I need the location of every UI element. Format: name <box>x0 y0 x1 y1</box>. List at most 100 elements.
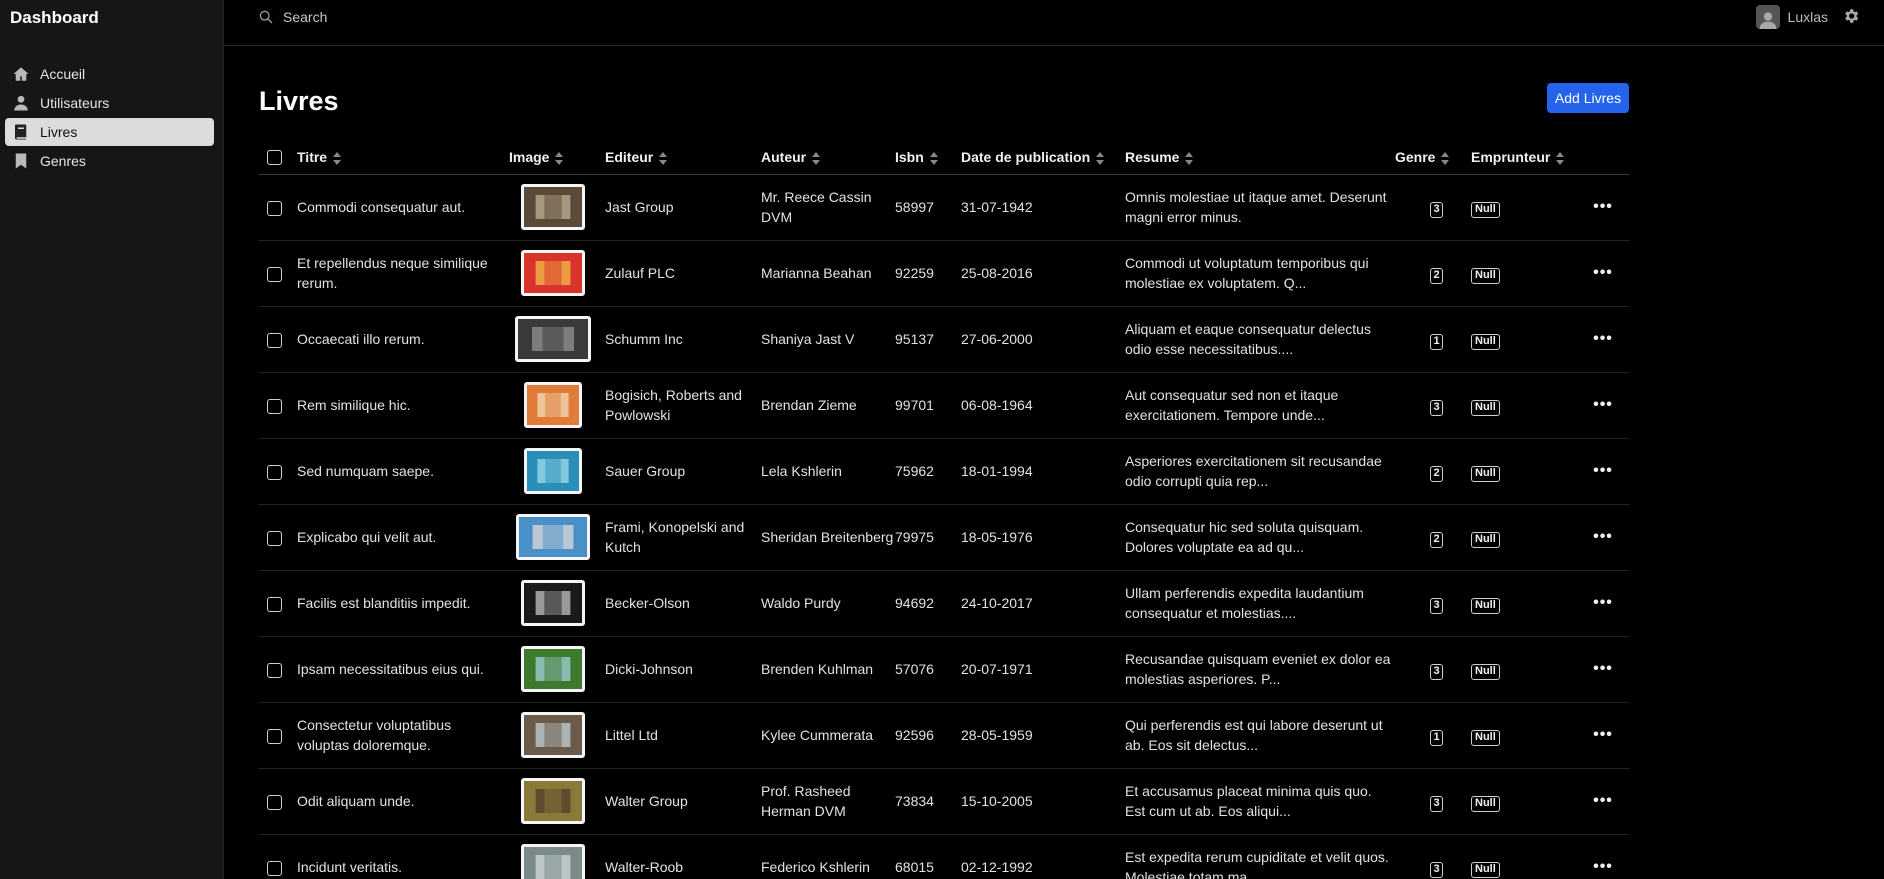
table-row[interactable]: Consectetur voluptatibus voluptas dolore… <box>259 702 1629 769</box>
row-actions-icon[interactable]: ••• <box>1577 174 1629 241</box>
sidebar-item-label: Utilisateurs <box>40 95 110 111</box>
row-actions-icon[interactable]: ••• <box>1577 636 1629 703</box>
emprunteur-badge: Null <box>1471 597 1500 614</box>
sort-icon[interactable] <box>333 151 342 165</box>
brand-title[interactable]: Dashboard <box>10 8 99 28</box>
cell-auteur: Brenden Kuhlman <box>761 636 895 703</box>
table-row[interactable]: Odit aliquam unde. Walter Group Prof. Ra… <box>259 768 1629 835</box>
row-actions-icon[interactable]: ••• <box>1577 702 1629 769</box>
column-header-resume[interactable]: Resume <box>1125 140 1395 175</box>
add-livres-button[interactable]: Add Livres <box>1547 83 1629 113</box>
user-menu: Luxlas <box>1755 5 1860 29</box>
book-cover-image <box>515 316 591 362</box>
column-header-genre[interactable]: Genre <box>1395 140 1459 175</box>
row-checkbox[interactable] <box>267 728 282 744</box>
search-input[interactable] <box>283 9 583 25</box>
column-header-date[interactable]: Date de publication <box>961 140 1125 175</box>
row-checkbox[interactable] <box>267 464 282 480</box>
row-checkbox[interactable] <box>267 530 282 546</box>
row-actions-icon[interactable]: ••• <box>1577 372 1629 439</box>
books-table: Titre Image Editeur Auteur Isbn Date de … <box>259 140 1629 879</box>
emprunteur-badge: Null <box>1471 201 1500 218</box>
genre-count-badge: 1 <box>1430 333 1443 350</box>
row-actions-icon[interactable]: ••• <box>1577 438 1629 505</box>
cell-editeur: Sauer Group <box>605 438 761 505</box>
genre-count-badge: 3 <box>1430 597 1443 614</box>
column-header-emprunteur[interactable]: Emprunteur <box>1459 140 1577 175</box>
sort-icon[interactable] <box>1185 151 1194 165</box>
row-actions-icon[interactable]: ••• <box>1577 768 1629 835</box>
genre-count-badge: 3 <box>1430 399 1443 416</box>
sort-icon[interactable] <box>1441 151 1450 165</box>
cell-auteur: Lela Kshlerin <box>761 438 895 505</box>
row-actions-icon[interactable]: ••• <box>1577 570 1629 637</box>
cell-emprunteur: Null <box>1459 768 1577 835</box>
sort-icon[interactable] <box>659 151 668 165</box>
column-header-auteur[interactable]: Auteur <box>761 140 895 175</box>
cell-titre: Explicabo qui velit aut. <box>297 504 501 571</box>
table-row[interactable]: Occaecati illo rerum. Schumm Inc Shaniya… <box>259 306 1629 373</box>
row-checkbox[interactable] <box>267 794 282 810</box>
column-header-image[interactable]: Image <box>501 140 605 175</box>
cell-isbn: 58997 <box>895 174 961 241</box>
sort-icon[interactable] <box>1556 151 1565 165</box>
table-row[interactable]: Et repellendus neque similique rerum. Zu… <box>259 240 1629 307</box>
cell-genre: 3 <box>1395 174 1459 241</box>
emprunteur-badge: Null <box>1471 531 1500 548</box>
row-checkbox[interactable] <box>267 200 282 216</box>
cell-resume: Consequatur hic sed soluta quisquam. Dol… <box>1125 504 1395 571</box>
column-header-isbn[interactable]: Isbn <box>895 140 961 175</box>
sidebar-item-livres[interactable]: Livres <box>5 118 214 146</box>
sort-icon[interactable] <box>929 151 939 165</box>
cell-genre: 2 <box>1395 240 1459 307</box>
cell-emprunteur: Null <box>1459 834 1577 879</box>
cell-resume: Et accusamus placeat minima quis quo. Es… <box>1125 768 1395 835</box>
select-all-checkbox[interactable] <box>267 150 282 166</box>
row-checkbox[interactable] <box>267 266 282 282</box>
table-row[interactable]: Rem similique hic. Bogisich, Roberts and… <box>259 372 1629 439</box>
username[interactable]: Luxlas <box>1788 9 1828 25</box>
column-header-titre[interactable]: Titre <box>297 140 501 175</box>
row-checkbox[interactable] <box>267 662 282 678</box>
gear-icon[interactable] <box>1842 7 1860 28</box>
table-row[interactable]: Explicabo qui velit aut. Frami, Konopels… <box>259 504 1629 571</box>
sort-icon[interactable] <box>812 151 821 165</box>
genre-count-badge: 1 <box>1430 729 1443 746</box>
cell-isbn: 95137 <box>895 306 961 373</box>
sidebar-item-accueil[interactable]: Accueil <box>5 60 214 88</box>
avatar[interactable] <box>1755 5 1780 29</box>
cell-resume: Aut consequatur sed non et itaque exerci… <box>1125 372 1395 439</box>
sidebar-nav: Accueil Utilisateurs Livres Genres <box>5 60 214 176</box>
cell-emprunteur: Null <box>1459 504 1577 571</box>
cell-auteur: Kylee Cummerata <box>761 702 895 769</box>
row-actions-icon[interactable]: ••• <box>1577 504 1629 571</box>
table-row[interactable]: Incidunt veritatis. Walter-Roob Federico… <box>259 834 1629 879</box>
table-row[interactable]: Sed numquam saepe. Sauer Group Lela Kshl… <box>259 438 1629 505</box>
cell-image <box>501 702 605 769</box>
cell-isbn: 68015 <box>895 834 961 879</box>
table-row[interactable]: Commodi consequatur aut. Jast Group Mr. … <box>259 174 1629 241</box>
row-checkbox[interactable] <box>267 398 282 414</box>
cell-emprunteur: Null <box>1459 636 1577 703</box>
cell-titre: Facilis est blanditiis impedit. <box>297 570 501 637</box>
row-checkbox[interactable] <box>267 332 282 348</box>
sort-icon[interactable] <box>555 151 564 165</box>
sort-icon[interactable] <box>1096 151 1105 165</box>
column-header-editeur[interactable]: Editeur <box>605 140 761 175</box>
row-actions-icon[interactable]: ••• <box>1577 306 1629 373</box>
sidebar-item-genres[interactable]: Genres <box>5 147 214 175</box>
row-actions-icon[interactable]: ••• <box>1577 240 1629 307</box>
sidebar-item-utilisateurs[interactable]: Utilisateurs <box>5 89 214 117</box>
book-icon <box>11 122 31 142</box>
row-checkbox[interactable] <box>267 596 282 612</box>
table-row[interactable]: Facilis est blanditiis impedit. Becker-O… <box>259 570 1629 637</box>
cell-resume: Omnis molestiae ut itaque amet. Deserunt… <box>1125 174 1395 241</box>
emprunteur-badge: Null <box>1471 861 1500 878</box>
cell-image <box>501 504 605 571</box>
emprunteur-badge: Null <box>1471 399 1500 416</box>
emprunteur-badge: Null <box>1471 267 1500 284</box>
cell-date: 18-01-1994 <box>961 438 1125 505</box>
table-row[interactable]: Ipsam necessitatibus eius qui. Dicki-Joh… <box>259 636 1629 703</box>
row-actions-icon[interactable]: ••• <box>1577 834 1629 879</box>
row-checkbox[interactable] <box>267 860 282 876</box>
